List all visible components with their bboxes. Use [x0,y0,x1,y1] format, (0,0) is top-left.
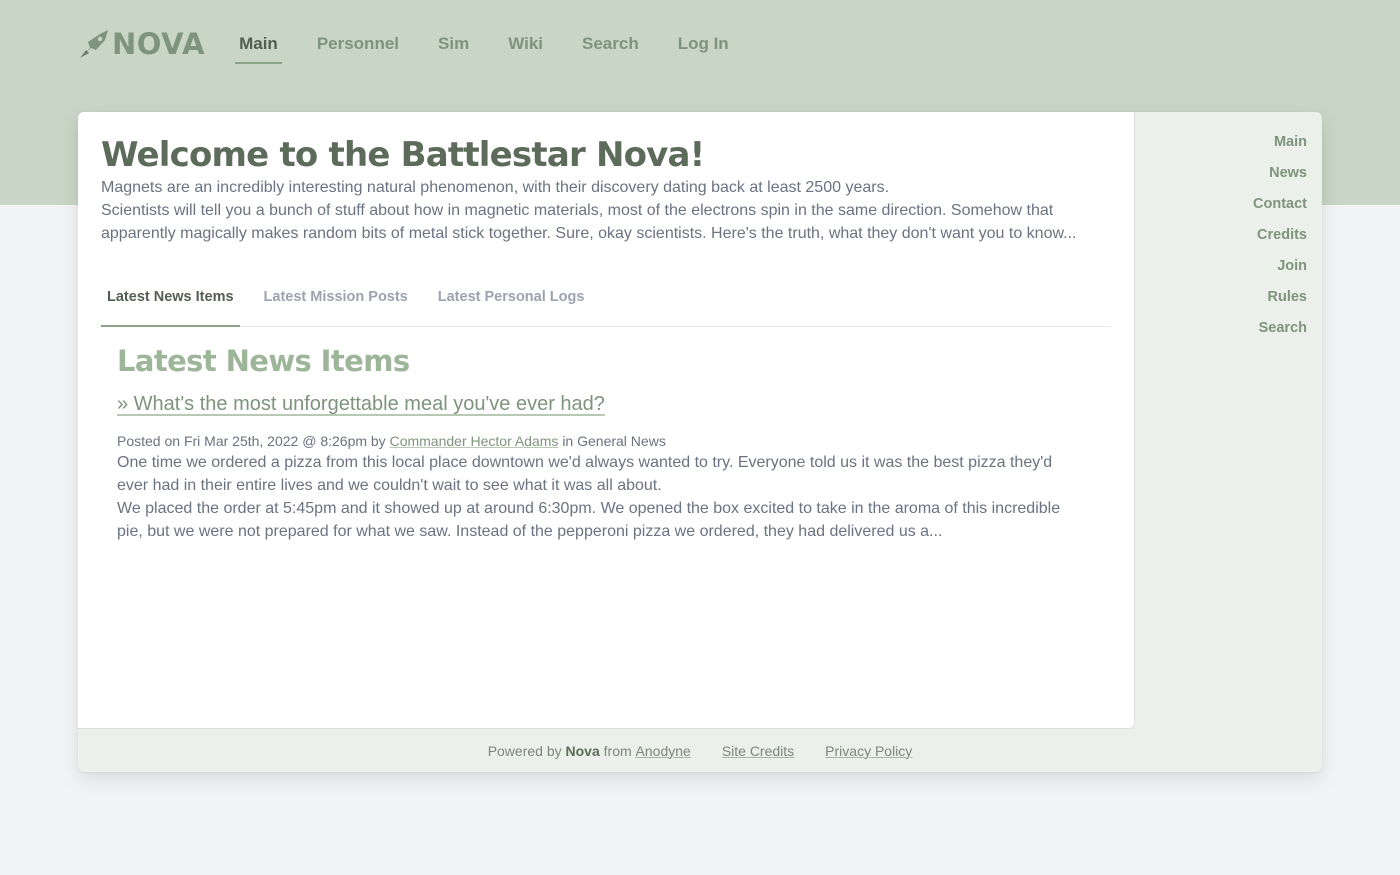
nav-item-search[interactable]: Search [578,0,643,88]
footer-vendor-link[interactable]: Anodyne [636,743,691,759]
news-tabs: Latest News Items Latest Mission Posts L… [101,283,1111,327]
nova-rocket-logo-icon [80,30,108,58]
sidebar-item-rules[interactable]: Rules [1135,287,1308,318]
footer-site-credits-link[interactable]: Site Credits [722,743,794,759]
page-title: Welcome to the Battlestar Nova! [101,135,705,175]
tab-latest-mission-posts[interactable]: Latest Mission Posts [258,283,414,326]
intro-paragraph-1: Magnets are an incredibly interesting na… [101,179,890,196]
footer-product: Nova [565,742,600,759]
footer-privacy-link[interactable]: Privacy Policy [825,743,912,759]
nav-item-main[interactable]: Main [235,0,282,88]
author-link[interactable]: Commander Hector Adams [390,433,559,449]
nav-item-personnel[interactable]: Personnel [313,0,403,88]
main-panel: Welcome to the Battlestar Nova! Magnets … [78,112,1135,729]
sidebar-nav: Main News Contact Credits Join Rules Sea… [1135,112,1322,349]
nav-item-wiki[interactable]: Wiki [504,0,547,88]
footer-powered-by: Powered by [487,742,562,759]
site-header: NOVA Main Personnel Sim Wiki Search Log … [78,0,1322,88]
sidebar-item-main[interactable]: Main [1135,132,1307,163]
intro-paragraph-2: Scientists will tell you a bunch of stuf… [101,202,1077,242]
sidebar-item-news[interactable]: News [1135,163,1307,194]
news-post-meta: Posted on Fri Mar 25th, 2022 @ 8:26pm by… [117,431,1095,451]
news-post-title-link[interactable]: » What's the most unforgettable meal you… [117,391,605,417]
nova-logo[interactable]: NOVA [78,24,205,64]
content-card: Welcome to the Battlestar Nova! Magnets … [78,112,1322,772]
meta-in: in [562,433,574,449]
sidebar-item-contact[interactable]: Contact [1135,194,1307,225]
footer-from: from [603,742,632,759]
sidebar-item-join[interactable]: Join [1135,256,1307,287]
nav-item-login[interactable]: Log In [674,0,733,88]
nav-item-sim[interactable]: Sim [434,0,473,88]
logo-text: NOVA [112,27,206,61]
meta-posted-on: Posted on Fri Mar 25th, 2022 @ 8:26pm by [117,433,386,449]
news-post-paragraph-2: We placed the order at 5:45pm and it sho… [117,500,1061,540]
sidebar-item-search[interactable]: Search [1135,318,1307,349]
news-post-paragraph-1: One time we ordered a pizza from this lo… [117,454,1053,494]
news-section: Latest News Items » What's the most unfo… [101,327,1111,543]
sidebar-item-credits[interactable]: Credits [1135,225,1307,256]
news-section-heading: Latest News Items [117,344,410,378]
main-nav: Main Personnel Sim Wiki Search Log In [235,0,764,88]
site-footer: Powered by Nova from Anodyne Site Credit… [78,729,1322,772]
tab-latest-personal-logs[interactable]: Latest Personal Logs [432,283,591,326]
news-category: General News [577,433,666,449]
tab-latest-news-items[interactable]: Latest News Items [101,283,240,327]
